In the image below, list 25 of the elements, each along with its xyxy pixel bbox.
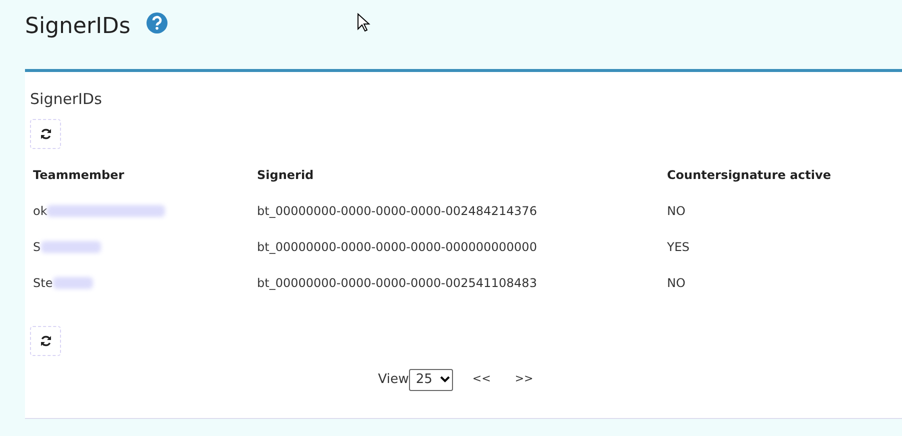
cursor-icon — [357, 13, 371, 33]
column-header: Countersignature active — [667, 166, 832, 184]
page-size-select[interactable]: 25 — [408, 368, 454, 390]
column-header: Signerid — [257, 166, 315, 184]
table-cell-text: bt_00000000-0000-0000-0000-002484214376 — [257, 202, 537, 220]
refresh-button[interactable] — [30, 326, 61, 356]
next-link[interactable]: >> — [514, 371, 534, 388]
refresh-button[interactable] — [30, 118, 61, 148]
table-cell-text: NO — [667, 202, 686, 220]
table-cell-text: YES — [667, 238, 690, 256]
column-header: Teammember — [33, 166, 126, 184]
help-icon[interactable] — [146, 12, 168, 34]
refresh-icon — [40, 334, 52, 346]
table-cell-text: bt_00000000-0000-0000-0000-000000000000 — [257, 238, 537, 256]
table-cell-text: bt_00000000-0000-0000-0000-002541108483 — [257, 274, 537, 292]
caret-icon — [440, 376, 450, 383]
view-label: View — [378, 370, 409, 389]
table-cell-text: Ste — [33, 274, 53, 292]
card-title: SignerIDs — [30, 89, 103, 110]
page-title: SignerIDs — [25, 13, 130, 41]
previous-link[interactable]: << — [472, 371, 491, 388]
table-cell-text: ok — [33, 202, 48, 220]
refresh-icon — [40, 128, 52, 140]
table-cell-text: NO — [667, 274, 686, 292]
table-cell-text: S — [33, 238, 41, 256]
